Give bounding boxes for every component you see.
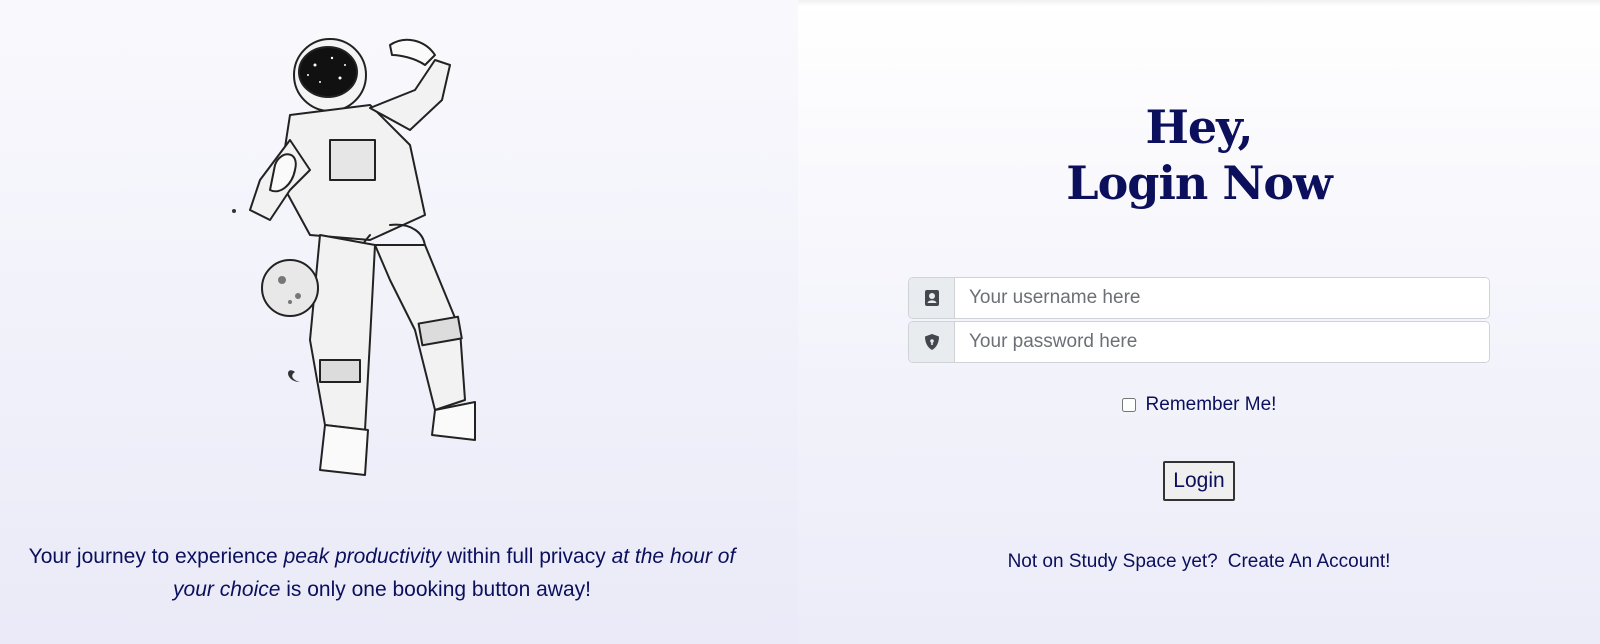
contact-card-icon — [924, 290, 939, 306]
tagline-text-2: within full privacy — [441, 545, 612, 568]
remember-me-label: Remember Me! — [1145, 394, 1277, 415]
shield-icon — [924, 334, 939, 350]
username-field[interactable] — [955, 278, 1489, 318]
password-field[interactable] — [955, 322, 1489, 362]
tagline-text-1: Your journey to experience — [28, 545, 284, 568]
remember-me: Remember Me! — [798, 394, 1600, 416]
tagline: Your journey to experience peak producti… — [22, 540, 742, 606]
tagline-emphasis-1: peak productivity — [283, 545, 442, 568]
hero-panel: Your journey to experience peak producti… — [0, 0, 798, 644]
remember-me-checkbox[interactable] — [1121, 398, 1136, 412]
create-account-link[interactable]: Create An Account! — [1228, 551, 1391, 572]
username-input-group — [908, 277, 1490, 319]
password-input-group — [908, 321, 1490, 363]
login-panel: Hey, Login Now Remember Me! Login Not on… — [798, 0, 1600, 644]
username-addon — [909, 278, 955, 318]
login-button[interactable]: Login — [1163, 461, 1235, 501]
signup-row: Not on Study Space yet? Create An Account… — [798, 551, 1600, 573]
heading-line-1: Hey, — [1145, 100, 1253, 154]
tagline-text-3: is only one booking button away! — [280, 578, 591, 601]
astronaut-illustration — [232, 38, 476, 476]
signup-prompt: Not on Study Space yet? — [1007, 551, 1218, 572]
password-addon — [909, 322, 955, 362]
heading-line-2: Login Now — [1066, 156, 1332, 210]
